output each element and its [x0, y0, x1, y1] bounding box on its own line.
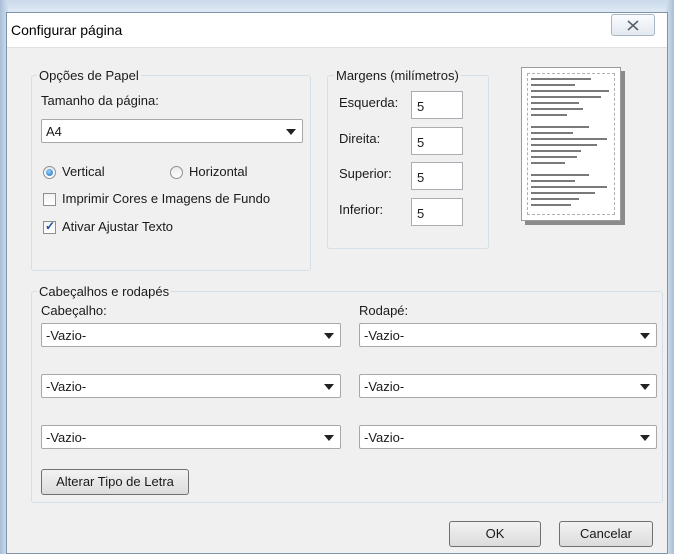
change-font-button[interactable]: Alterar Tipo de Letra [41, 469, 189, 495]
preview-text-line [531, 186, 607, 188]
margin-top-label: Superior: [339, 166, 392, 181]
window-frame-top [0, 0, 674, 12]
preview-text-line [531, 96, 601, 98]
preview-text-line [531, 90, 609, 92]
shrink-to-fit-label[interactable]: Ativar Ajustar Texto [62, 219, 173, 234]
paper-options-legend: Opções de Papel [37, 68, 141, 83]
margin-right-value: 5 [417, 135, 425, 150]
orientation-horizontal-radio[interactable] [170, 166, 183, 179]
preview-text-line [531, 108, 583, 110]
margin-right-label: Direita: [339, 131, 381, 146]
chevron-down-icon [324, 435, 334, 441]
title-bar: Configurar página [7, 13, 667, 48]
chevron-down-icon [640, 384, 650, 390]
preview-text-line [531, 126, 589, 128]
margin-bottom-input[interactable]: 5 [411, 198, 463, 226]
chevron-down-icon [324, 384, 334, 390]
preview-text-line [531, 162, 565, 164]
chevron-down-icon [640, 435, 650, 441]
margins-legend: Margens (milímetros) [334, 68, 461, 83]
orientation-vertical-radio[interactable] [43, 166, 56, 179]
preview-text-line [531, 150, 581, 152]
chevron-down-icon [324, 333, 334, 339]
orientation-horizontal-label[interactable]: Horizontal [189, 164, 248, 179]
cancel-button[interactable]: Cancelar [559, 521, 653, 547]
footer-select-1-value: -Vazio- [364, 328, 405, 343]
preview-text-line [531, 144, 597, 146]
header-select-3[interactable]: -Vazio- [41, 425, 341, 449]
preview-text-line [531, 102, 579, 104]
ok-button[interactable]: OK [449, 521, 541, 547]
footer-select-2[interactable]: -Vazio- [359, 374, 657, 398]
margin-bottom-label: Inferior: [339, 202, 384, 217]
preview-text-line [531, 138, 607, 140]
headers-footers-legend: Cabeçalhos e rodapés [37, 284, 172, 299]
preview-page [521, 67, 621, 221]
margin-top-input[interactable]: 5 [411, 162, 463, 190]
checkmark-icon: ✓ [45, 219, 56, 233]
footer-label: Rodapé: [359, 303, 409, 318]
preview-text-line [531, 180, 575, 182]
header-select-2[interactable]: -Vazio- [41, 374, 341, 398]
page-setup-dialog: Configurar página Opções de Papel Tamanh… [6, 12, 668, 554]
margin-left-value: 5 [417, 99, 425, 114]
print-backgrounds-checkbox[interactable] [43, 193, 56, 206]
footer-select-1[interactable]: -Vazio- [359, 323, 657, 347]
preview-text-line [531, 156, 577, 158]
footer-select-3-value: -Vazio- [364, 430, 405, 445]
preview-text-line [531, 114, 567, 116]
footer-select-2-value: -Vazio- [364, 379, 405, 394]
margin-bottom-value: 5 [417, 206, 425, 221]
page-size-value: A4 [46, 124, 62, 139]
header-select-1[interactable]: -Vazio- [41, 323, 341, 347]
preview-text-line [531, 198, 579, 200]
page-preview-icon [521, 67, 625, 225]
close-icon [627, 20, 639, 31]
preview-text-line [531, 204, 571, 206]
preview-text-line [531, 132, 573, 134]
preview-margin-border [527, 73, 615, 215]
shrink-to-fit-checkbox[interactable]: ✓ [43, 219, 56, 234]
header-select-3-value: -Vazio- [46, 430, 87, 445]
preview-text-line [531, 192, 595, 194]
margin-left-label: Esquerda: [339, 95, 399, 110]
preview-text-line [531, 174, 589, 176]
footer-select-3[interactable]: -Vazio- [359, 425, 657, 449]
dialog-title: Configurar página [11, 22, 123, 38]
margin-right-input[interactable]: 5 [411, 127, 463, 155]
chevron-down-icon [286, 129, 296, 135]
margin-left-input[interactable]: 5 [411, 91, 463, 119]
header-select-1-value: -Vazio- [46, 328, 87, 343]
page-size-label: Tamanho da página: [41, 93, 159, 108]
header-select-2-value: -Vazio- [46, 379, 87, 394]
print-backgrounds-label[interactable]: Imprimir Cores e Imagens de Fundo [62, 191, 270, 206]
preview-text-line [531, 78, 591, 80]
page-size-select[interactable]: A4 [41, 119, 303, 143]
close-button[interactable] [611, 14, 655, 36]
margin-top-value: 5 [417, 170, 425, 185]
orientation-vertical-label[interactable]: Vertical [62, 164, 105, 179]
preview-text-line [531, 84, 575, 86]
header-label: Cabeçalho: [41, 303, 107, 318]
chevron-down-icon [640, 333, 650, 339]
